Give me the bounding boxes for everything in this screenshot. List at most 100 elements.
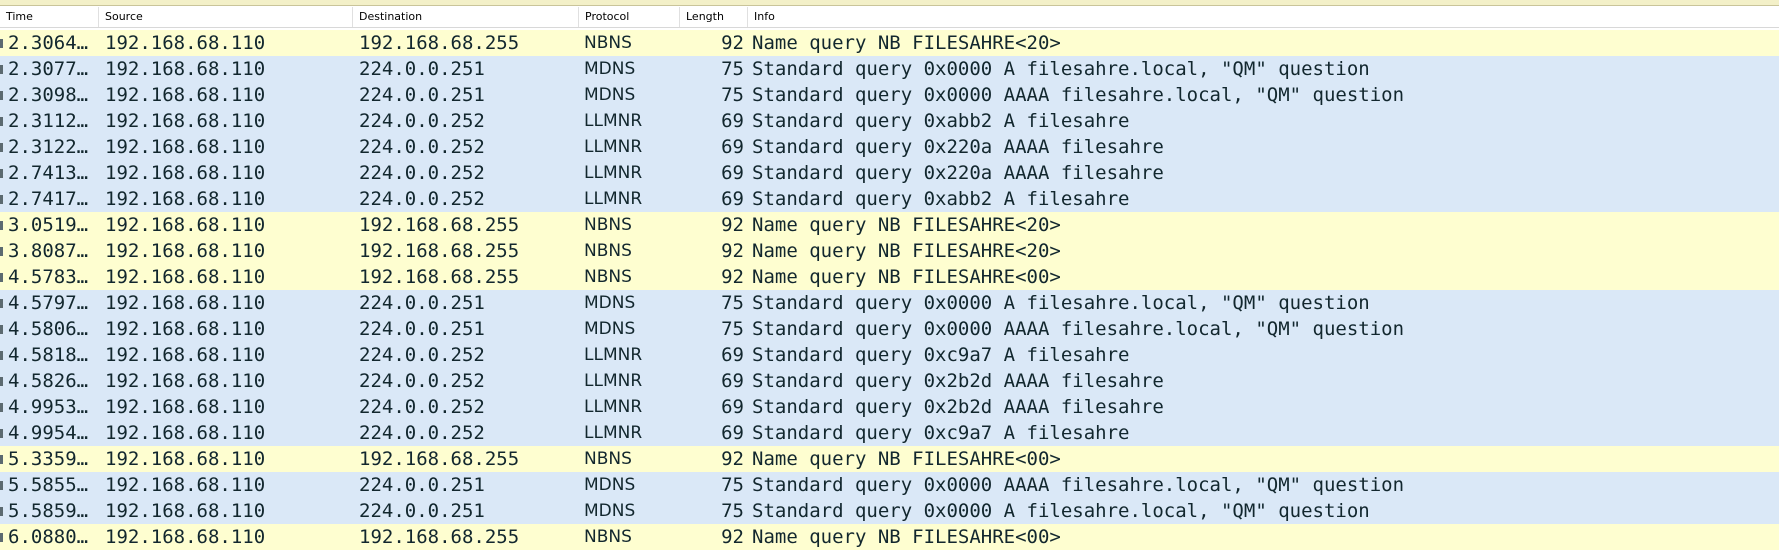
packet-row[interactable]: 3.8087… 192.168.68.110 192.168.68.255 NBNS 9… bbox=[0, 238, 1779, 264]
cell-source: 192.168.68.110 bbox=[105, 422, 266, 444]
cell-destination: 224.0.0.251 bbox=[359, 58, 485, 80]
cell-info: Standard query 0xc9a7 A filesahre bbox=[752, 344, 1130, 366]
cell-protocol: MDNS bbox=[584, 319, 636, 339]
cell-length: 69 bbox=[721, 188, 744, 210]
cell-destination: 192.168.68.255 bbox=[359, 32, 520, 54]
display-filter-bar[interactable] bbox=[0, 0, 1779, 6]
cell-length: 69 bbox=[721, 370, 744, 392]
cell-source: 192.168.68.110 bbox=[105, 292, 266, 314]
cell-source: 192.168.68.110 bbox=[105, 318, 266, 340]
cell-protocol: MDNS bbox=[584, 475, 636, 495]
cell-source: 192.168.68.110 bbox=[105, 266, 266, 288]
packet-row[interactable]: 5.5859… 192.168.68.110 224.0.0.251 MDNS 75 St… bbox=[0, 498, 1779, 524]
packet-row[interactable]: 6.0880… 192.168.68.110 192.168.68.255 NBNS 9… bbox=[0, 524, 1779, 550]
packet-row[interactable]: 3.0519… 192.168.68.110 192.168.68.255 NBNS 9… bbox=[0, 212, 1779, 238]
row-marker bbox=[0, 507, 3, 516]
packet-row[interactable]: 5.5855… 192.168.68.110 224.0.0.251 MDNS 75 St… bbox=[0, 472, 1779, 498]
row-marker bbox=[0, 481, 3, 490]
cell-length: 69 bbox=[721, 396, 744, 418]
cell-time: 2.3098… bbox=[8, 84, 89, 106]
cell-destination: 224.0.0.251 bbox=[359, 474, 485, 496]
cell-info: Standard query 0x0000 A filesahre.local,… bbox=[752, 292, 1370, 314]
column-header-info[interactable]: Info bbox=[748, 7, 1779, 27]
cell-time: 4.5797… bbox=[8, 292, 89, 314]
cell-protocol: NBNS bbox=[584, 33, 632, 53]
row-marker bbox=[0, 325, 3, 334]
packet-row[interactable]: 2.3112… 192.168.68.110 224.0.0.252 LLMNR 69 S… bbox=[0, 108, 1779, 134]
cell-info: Standard query 0x220a AAAA filesahre bbox=[752, 136, 1164, 158]
cell-destination: 224.0.0.252 bbox=[359, 162, 485, 184]
cell-protocol: NBNS bbox=[584, 267, 632, 287]
cell-length: 75 bbox=[721, 500, 744, 522]
cell-destination: 224.0.0.252 bbox=[359, 370, 485, 392]
cell-info: Standard query 0x0000 AAAA filesahre.loc… bbox=[752, 318, 1405, 340]
packet-row[interactable]: 2.3077… 192.168.68.110 224.0.0.251 MDNS 75 St… bbox=[0, 56, 1779, 82]
cell-source: 192.168.68.110 bbox=[105, 396, 266, 418]
packet-row[interactable]: 2.3098… 192.168.68.110 224.0.0.251 MDNS 75 St… bbox=[0, 82, 1779, 108]
cell-protocol: LLMNR bbox=[584, 137, 643, 157]
cell-source: 192.168.68.110 bbox=[105, 240, 266, 262]
cell-protocol: NBNS bbox=[584, 215, 632, 235]
row-marker bbox=[0, 403, 3, 412]
cell-source: 192.168.68.110 bbox=[105, 84, 266, 106]
cell-time: 2.7417… bbox=[8, 188, 89, 210]
cell-length: 69 bbox=[721, 136, 744, 158]
cell-time: 5.3359… bbox=[8, 448, 89, 470]
cell-destination: 224.0.0.252 bbox=[359, 396, 485, 418]
cell-source: 192.168.68.110 bbox=[105, 32, 266, 54]
packet-row[interactable]: 4.9954… 192.168.68.110 224.0.0.252 LLMNR 69 S… bbox=[0, 420, 1779, 446]
cell-info: Standard query 0x0000 AAAA filesahre.loc… bbox=[752, 84, 1405, 106]
cell-info: Name query NB FILESAHRE<00> bbox=[752, 448, 1061, 470]
cell-destination: 224.0.0.252 bbox=[359, 422, 485, 444]
packet-row[interactable]: 4.5806… 192.168.68.110 224.0.0.251 MDNS 75 St… bbox=[0, 316, 1779, 342]
cell-protocol: LLMNR bbox=[584, 371, 643, 391]
packet-row[interactable]: 2.7417… 192.168.68.110 224.0.0.252 LLMNR 69 S… bbox=[0, 186, 1779, 212]
packet-row[interactable]: 2.3122… 192.168.68.110 224.0.0.252 LLMNR 69 S… bbox=[0, 134, 1779, 160]
cell-time: 2.3077… bbox=[8, 58, 89, 80]
column-header-source[interactable]: Source bbox=[99, 7, 353, 27]
cell-source: 192.168.68.110 bbox=[105, 448, 266, 470]
packet-row[interactable]: 4.9953… 192.168.68.110 224.0.0.252 LLMNR 69 S… bbox=[0, 394, 1779, 420]
row-marker bbox=[0, 91, 3, 100]
packet-row[interactable]: 5.3359… 192.168.68.110 192.168.68.255 NBNS 9… bbox=[0, 446, 1779, 472]
cell-protocol: MDNS bbox=[584, 59, 636, 79]
cell-length: 75 bbox=[721, 292, 744, 314]
row-marker bbox=[0, 533, 3, 542]
packet-list-window: Time Source Destination Protocol Length … bbox=[0, 0, 1779, 555]
cell-time: 6.0880… bbox=[8, 526, 89, 548]
cell-time: 5.5855… bbox=[8, 474, 89, 496]
cell-time: 4.5806… bbox=[8, 318, 89, 340]
cell-length: 75 bbox=[721, 318, 744, 340]
cell-info: Standard query 0xabb2 A filesahre bbox=[752, 110, 1130, 132]
cell-time: 4.9954… bbox=[8, 422, 89, 444]
row-marker bbox=[0, 143, 3, 152]
column-header-length[interactable]: Length bbox=[680, 7, 748, 27]
cell-length: 92 bbox=[721, 214, 744, 236]
cell-source: 192.168.68.110 bbox=[105, 344, 266, 366]
cell-protocol: LLMNR bbox=[584, 345, 643, 365]
cell-source: 192.168.68.110 bbox=[105, 58, 266, 80]
packet-row[interactable]: 4.5826… 192.168.68.110 224.0.0.252 LLMNR 69 S… bbox=[0, 368, 1779, 394]
cell-source: 192.168.68.110 bbox=[105, 136, 266, 158]
cell-protocol: LLMNR bbox=[584, 163, 643, 183]
cell-destination: 224.0.0.252 bbox=[359, 344, 485, 366]
packet-row[interactable]: 2.7413… 192.168.68.110 224.0.0.252 LLMNR 69 S… bbox=[0, 160, 1779, 186]
column-header-protocol[interactable]: Protocol bbox=[579, 7, 680, 27]
cell-destination: 224.0.0.251 bbox=[359, 84, 485, 106]
cell-source: 192.168.68.110 bbox=[105, 188, 266, 210]
row-marker bbox=[0, 299, 3, 308]
cell-time: 4.5818… bbox=[8, 344, 89, 366]
packet-row[interactable]: 2.3064… 192.168.68.110 192.168.68.255 NBNS 9… bbox=[0, 30, 1779, 56]
packet-row[interactable]: 4.5783… 192.168.68.110 192.168.68.255 NBNS 9… bbox=[0, 264, 1779, 290]
row-marker bbox=[0, 65, 3, 74]
column-header-destination[interactable]: Destination bbox=[353, 7, 579, 27]
cell-time: 3.8087… bbox=[8, 240, 89, 262]
column-header-time[interactable]: Time bbox=[0, 7, 99, 27]
packet-row[interactable]: 4.5797… 192.168.68.110 224.0.0.251 MDNS 75 St… bbox=[0, 290, 1779, 316]
packet-row[interactable]: 4.5818… 192.168.68.110 224.0.0.252 LLMNR 69 S… bbox=[0, 342, 1779, 368]
row-marker bbox=[0, 377, 3, 386]
cell-protocol: LLMNR bbox=[584, 189, 643, 209]
cell-length: 92 bbox=[721, 240, 744, 262]
cell-destination: 192.168.68.255 bbox=[359, 266, 520, 288]
cell-time: 2.3122… bbox=[8, 136, 89, 158]
